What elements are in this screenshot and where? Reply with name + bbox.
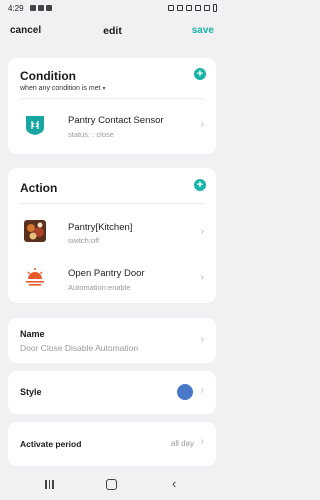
activate-period-value: all day [170,439,194,448]
notification-icon [46,5,52,11]
style-label: Style [20,387,42,397]
style-row[interactable]: Style › [8,371,216,414]
style-color-swatch[interactable] [177,384,193,400]
add-action-button[interactable]: + [194,179,206,191]
system-icons [168,4,217,12]
home-button[interactable] [106,479,117,490]
device-photo-icon [24,220,46,242]
chevron-right-icon: › [200,436,204,447]
recent-bar [45,480,47,489]
action-item-title: Pantry[Kitchen] [68,222,133,233]
add-condition-button[interactable]: + [194,68,206,80]
sunset-icon [26,268,44,286]
condition-item-status: status: : close [68,130,114,139]
condition-mode-label: when any condition is met [20,85,101,92]
condition-mode-selector[interactable]: when any condition is met ▾ [20,85,106,92]
name-label: Name [20,329,45,339]
action-item-title: Open Pantry Door [68,268,145,279]
recent-apps-button[interactable] [45,480,54,489]
condition-title: Condition [20,69,76,83]
name-value: Door Close Disable Automation [20,343,139,353]
divider [20,98,204,99]
mute-icon [168,5,174,11]
caret-down-icon: ▾ [102,86,106,92]
app-icon [38,5,44,11]
divider [20,203,204,204]
action-item-pantry-kitchen[interactable]: Pantry[Kitchen] switch:off › [8,208,216,254]
activate-period-row[interactable]: Activate period all day › [8,422,216,466]
status-time: 4:29 [8,4,24,13]
chevron-right-icon: › [200,385,204,396]
recent-bar [48,480,50,489]
action-item-status: Automation:enable [68,283,131,292]
alarm-icon [177,5,183,11]
top-bar: cancel edit save [0,18,225,44]
battery-icon [213,4,217,12]
condition-item-title: Pantry Contact Sensor [68,115,164,126]
condition-item[interactable]: Pantry Contact Sensor status: : close › [8,102,216,150]
action-item-status: switch:off [68,236,100,245]
chevron-right-icon: › [200,226,204,237]
signal-icon [204,5,210,11]
recent-bar [52,480,54,489]
wifi-icon [195,5,201,11]
chevron-right-icon: › [200,119,204,130]
door-sensor-icon [26,116,44,135]
status-bar: 4:29 [0,0,225,16]
gallery-icon [30,5,36,11]
activate-period-label: Activate period [20,439,82,449]
notification-icons [30,5,52,11]
chevron-right-icon: › [200,334,204,345]
action-title: Action [20,181,58,195]
condition-card: Condition when any condition is met ▾ + P… [8,58,216,154]
name-row[interactable]: Name Door Close Disable Automation › [8,318,216,363]
location-icon [186,5,192,11]
action-item-open-pantry-door[interactable]: Open Pantry Door Automation:enable › [8,256,216,300]
save-button[interactable]: save [192,25,214,36]
chevron-right-icon: › [200,272,204,283]
action-card: Action + Pantry[Kitchen] switch:off › Op… [8,168,216,303]
navigation-bar: ‹ [0,470,225,500]
back-button[interactable]: ‹ [172,476,176,491]
